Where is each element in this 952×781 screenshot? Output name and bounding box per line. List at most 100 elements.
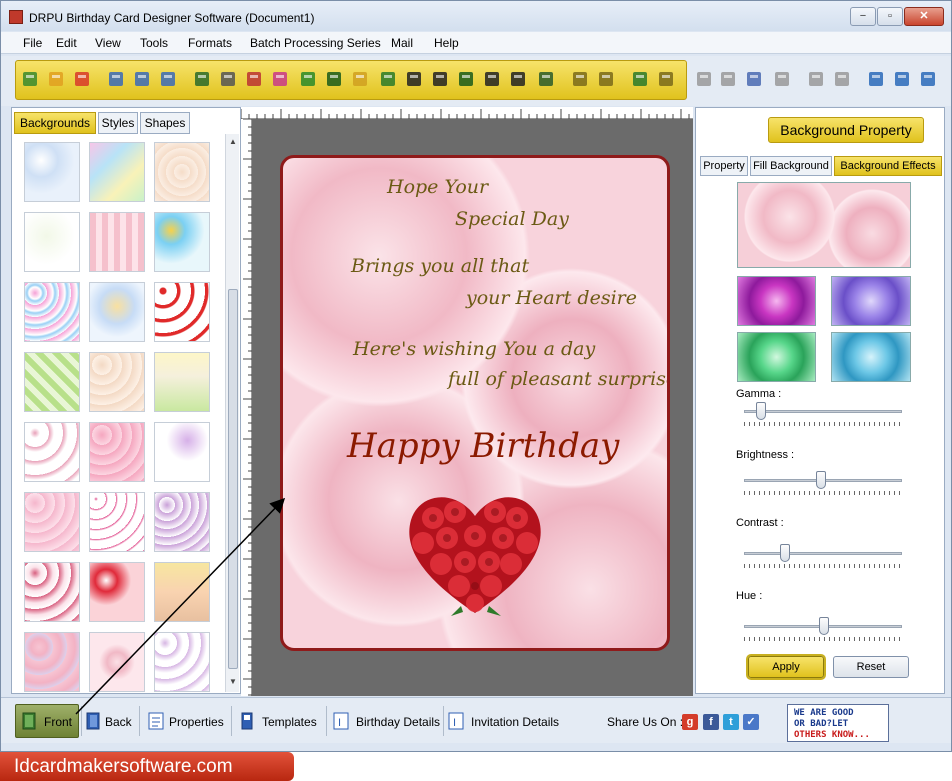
- invitation-details-button[interactable]: Invitation Details: [471, 712, 559, 732]
- menu-edit[interactable]: Edit: [56, 36, 77, 50]
- text-button[interactable]: [455, 68, 477, 90]
- color-fill-button[interactable]: [349, 68, 371, 90]
- thumbnails-scrollbar[interactable]: ▲ ▼: [225, 134, 239, 692]
- properties-button[interactable]: Properties: [169, 712, 224, 732]
- twitter-icon[interactable]: t: [723, 714, 739, 730]
- effect-swatch-green[interactable]: [737, 332, 816, 382]
- card-text-line[interactable]: Here's wishing You a day: [353, 338, 595, 360]
- card-text-line[interactable]: Hope Your: [387, 176, 488, 198]
- background-thumbnail[interactable]: [89, 212, 145, 272]
- line-button[interactable]: [535, 68, 557, 90]
- new-button[interactable]: [19, 68, 41, 90]
- fit-button[interactable]: [917, 68, 939, 90]
- background-thumbnail[interactable]: [89, 562, 145, 622]
- back-button[interactable]: Back: [105, 712, 132, 732]
- site-footer[interactable]: Idcardmakersoftware.com: [0, 752, 294, 781]
- facebook-icon[interactable]: f: [703, 714, 719, 730]
- text-frame-button[interactable]: [481, 68, 503, 90]
- scroll-up-icon[interactable]: ▲: [229, 137, 237, 146]
- contrast-slider[interactable]: [744, 552, 902, 555]
- background-thumbnail[interactable]: [24, 562, 80, 622]
- background-thumbnail[interactable]: [154, 352, 210, 412]
- menu-help[interactable]: Help: [434, 36, 459, 50]
- background-thumbnail[interactable]: [154, 632, 210, 692]
- background-thumbnail[interactable]: [89, 632, 145, 692]
- redo-button[interactable]: [655, 68, 677, 90]
- card-text-line[interactable]: Special Day: [455, 208, 569, 230]
- copy-button[interactable]: [717, 68, 739, 90]
- gamma-slider[interactable]: [744, 410, 902, 413]
- background-thumbnail[interactable]: [89, 492, 145, 552]
- background-thumbnail[interactable]: [89, 142, 145, 202]
- background-thumbnail[interactable]: [24, 422, 80, 482]
- tab-shapes[interactable]: Shapes: [140, 112, 190, 134]
- templates-button[interactable]: Templates: [262, 712, 317, 732]
- background-thumbnail[interactable]: [24, 212, 80, 272]
- minimize-button[interactable]: −: [850, 7, 876, 26]
- background-thumbnail[interactable]: [154, 492, 210, 552]
- background-thumbnail[interactable]: [89, 282, 145, 342]
- tab-background-effects[interactable]: Background Effects: [834, 156, 942, 176]
- print-preview-button[interactable]: [243, 68, 265, 90]
- barcode-button[interactable]: [403, 68, 425, 90]
- background-thumbnail[interactable]: [24, 142, 80, 202]
- background-thumbnail[interactable]: [24, 352, 80, 412]
- scrollbar-thumb[interactable]: [228, 289, 238, 669]
- effect-swatch-purple[interactable]: [831, 276, 911, 326]
- background-thumbnail[interactable]: [154, 422, 210, 482]
- signature-button[interactable]: [507, 68, 529, 90]
- menu-file[interactable]: File: [23, 36, 42, 50]
- effect-swatch-blue[interactable]: [831, 332, 911, 382]
- background-thumbnail[interactable]: [154, 212, 210, 272]
- close-button[interactable]: ✕: [904, 7, 944, 26]
- menu-formats[interactable]: Formats: [188, 36, 232, 50]
- paste-button[interactable]: [743, 68, 765, 90]
- rose-heart-icon[interactable]: [403, 488, 548, 618]
- background-thumbnail[interactable]: [154, 282, 210, 342]
- hue-knob[interactable]: [819, 617, 829, 635]
- cut-button[interactable]: [693, 68, 715, 90]
- menu-batch-processing[interactable]: Batch Processing Series: [250, 36, 381, 50]
- tab-styles[interactable]: Styles: [98, 112, 138, 134]
- bring-front-button[interactable]: [805, 68, 827, 90]
- background-thumbnail[interactable]: [24, 492, 80, 552]
- feedback-banner[interactable]: WE ARE GOOD OR BAD?LET OTHERS KNOW...: [787, 704, 889, 742]
- database-button[interactable]: [569, 68, 591, 90]
- delete-button[interactable]: [771, 68, 793, 90]
- print-button[interactable]: [217, 68, 239, 90]
- thumbs-up-icon[interactable]: ✓: [743, 714, 759, 730]
- actual-size-button[interactable]: [891, 68, 913, 90]
- export-button[interactable]: [157, 68, 179, 90]
- image-insert-button[interactable]: [297, 68, 319, 90]
- menu-mail[interactable]: Mail: [391, 36, 413, 50]
- card-title[interactable]: Happy Birthday: [347, 426, 619, 466]
- background-thumbnail[interactable]: [89, 352, 145, 412]
- close-button[interactable]: [71, 68, 93, 90]
- card-text-line[interactable]: your Heart desire: [466, 287, 637, 309]
- database2-button[interactable]: [595, 68, 617, 90]
- save-button[interactable]: [105, 68, 127, 90]
- contrast-knob[interactable]: [780, 544, 790, 562]
- properties-button[interactable]: [191, 68, 213, 90]
- reset-button[interactable]: Reset: [833, 656, 909, 678]
- send-back-button[interactable]: [831, 68, 853, 90]
- tab-fill-background[interactable]: Fill Background: [750, 156, 832, 176]
- birthday-card[interactable]: Hope Your Special Day Brings you all tha…: [280, 155, 670, 651]
- gift-button[interactable]: [269, 68, 291, 90]
- barcode2-button[interactable]: [429, 68, 451, 90]
- save-as-button[interactable]: [131, 68, 153, 90]
- effect-swatch-magenta[interactable]: [737, 276, 816, 326]
- front-button[interactable]: Front: [44, 712, 72, 732]
- background-thumbnail[interactable]: [89, 422, 145, 482]
- pen-button[interactable]: [323, 68, 345, 90]
- apply-button[interactable]: Apply: [748, 656, 824, 678]
- menu-view[interactable]: View: [95, 36, 121, 50]
- text-art-button[interactable]: [377, 68, 399, 90]
- gamma-knob[interactable]: [756, 402, 766, 420]
- menu-tools[interactable]: Tools: [140, 36, 168, 50]
- undo-button[interactable]: [629, 68, 651, 90]
- card-text-line[interactable]: full of pleasant surprises: [448, 368, 667, 390]
- brightness-knob[interactable]: [816, 471, 826, 489]
- tab-property[interactable]: Property: [700, 156, 748, 176]
- google-plus-icon[interactable]: g: [682, 714, 698, 730]
